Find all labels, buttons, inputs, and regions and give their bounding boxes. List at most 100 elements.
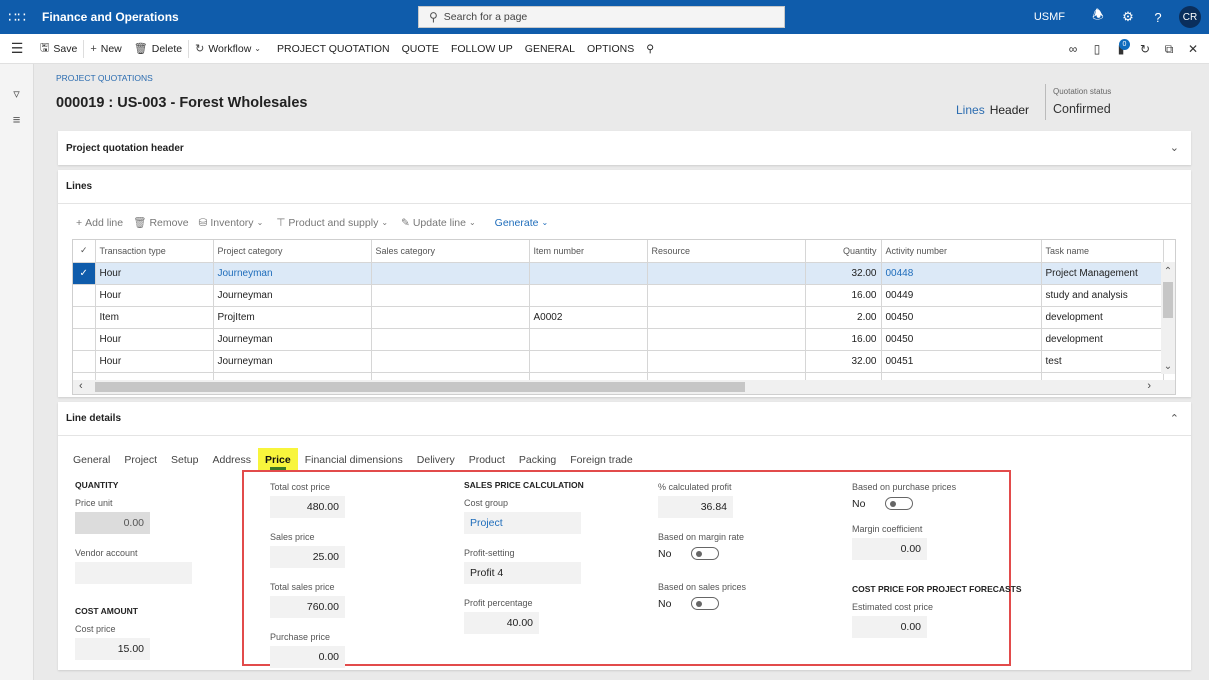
nav-menu-icon[interactable]: ☰	[0, 40, 34, 57]
row-checkbox[interactable]	[73, 328, 96, 351]
link-icon[interactable]: ∞	[1061, 42, 1085, 56]
tab-delivery[interactable]: Delivery	[410, 448, 462, 472]
settings-gear-icon[interactable]: ⚙	[1113, 9, 1143, 25]
cell-task-name[interactable]: development	[1041, 328, 1164, 351]
scroll-down-icon[interactable]: ⌄	[1161, 361, 1175, 372]
close-icon[interactable]: ✕	[1181, 42, 1205, 56]
horizontal-scrollbar[interactable]: ‹ ›	[73, 380, 1175, 394]
column-header[interactable]: Resource	[647, 240, 806, 263]
select-all-checkbox[interactable]: ✓	[73, 240, 96, 263]
column-header[interactable]: Project category	[213, 240, 372, 263]
menu-general[interactable]: GENERAL	[519, 34, 581, 64]
cell-activity-number[interactable]: 00448	[881, 262, 1042, 285]
breadcrumb[interactable]: PROJECT QUOTATIONS	[56, 73, 153, 83]
cell-activity-number[interactable]: 00450	[881, 306, 1042, 329]
add-line-button[interactable]: + Add line	[76, 217, 123, 229]
action-search-icon[interactable]: ⚲	[640, 34, 660, 64]
generate-button[interactable]: Generate ⌄	[495, 217, 551, 229]
table-row[interactable]: ✓ Hour Journeyman 32.00 00448 Project Managem…	[73, 262, 1164, 285]
office-icon[interactable]: ▯	[1085, 42, 1109, 56]
update-line-button[interactable]: ✎ Update line ⌄	[401, 217, 479, 229]
help-icon[interactable]: ?	[1143, 10, 1173, 25]
scroll-right-icon[interactable]: ›	[1147, 380, 1151, 392]
app-launcher-icon[interactable]: ∷∷	[0, 9, 34, 26]
cell-project-category[interactable]: Journeyman	[213, 284, 372, 307]
cell-sales-category[interactable]	[371, 306, 530, 329]
scroll-thumb[interactable]	[95, 382, 745, 392]
refresh-icon[interactable]: ↻	[1133, 42, 1157, 56]
column-header[interactable]: Sales category	[371, 240, 530, 263]
cell-quantity[interactable]: 32.00	[805, 350, 882, 373]
tab-project[interactable]: Project	[117, 448, 164, 472]
tab-foreign-trade[interactable]: Foreign trade	[563, 448, 639, 472]
chevron-down-icon[interactable]: ⌄	[1170, 141, 1179, 154]
column-header[interactable]: Transaction type	[95, 240, 214, 263]
purchase-price-field[interactable]: 0.00	[270, 646, 345, 668]
tab-general[interactable]: General	[66, 448, 117, 472]
new-button[interactable]: + New	[84, 34, 127, 64]
workflow-button[interactable]: ↻ Workflow ⌄	[189, 34, 271, 64]
cell-resource[interactable]	[647, 328, 806, 351]
cell-activity-number[interactable]: 00449	[881, 284, 1042, 307]
inventory-button[interactable]: ⛁ Inventory ⌄	[199, 217, 267, 229]
cell-quantity[interactable]: 2.00	[805, 306, 882, 329]
cell-sales-category[interactable]	[371, 284, 530, 307]
cell-transaction-type[interactable]: Hour	[95, 284, 214, 307]
profit-percentage-field[interactable]: 40.00	[464, 612, 539, 634]
cell-resource[interactable]	[647, 262, 806, 285]
cell-quantity[interactable]: 32.00	[805, 262, 882, 285]
remove-button[interactable]: 🗑 Remove	[133, 216, 188, 230]
tab-product[interactable]: Product	[462, 448, 512, 472]
cell-quantity[interactable]: 16.00	[805, 328, 882, 351]
tab-packing[interactable]: Packing	[512, 448, 563, 472]
cell-resource[interactable]	[647, 306, 806, 329]
cell-sales-category[interactable]	[371, 262, 530, 285]
product-supply-button[interactable]: ⊤ Product and supply ⌄	[276, 217, 391, 229]
cell-item-number[interactable]: A0002	[529, 306, 648, 329]
menu-quote[interactable]: QUOTE	[396, 34, 445, 64]
cell-item-number[interactable]	[529, 328, 648, 351]
open-new-window-icon[interactable]: ⧉	[1157, 42, 1181, 57]
cell-activity-number[interactable]: 00451	[881, 350, 1042, 373]
cell-transaction-type[interactable]: Item	[95, 306, 214, 329]
menu-project-quotation[interactable]: PROJECT QUOTATION	[271, 34, 396, 64]
cell-project-category[interactable]: Journeyman	[213, 262, 372, 285]
scroll-up-icon[interactable]: ⌃	[1161, 266, 1175, 277]
cell-sales-category[interactable]	[371, 328, 530, 351]
cell-project-category[interactable]: Journeyman	[213, 350, 372, 373]
table-row[interactable]: Hour Journeyman 16.00 00450 development	[73, 328, 1164, 351]
row-checkbox[interactable]: ✓	[73, 262, 96, 285]
cost-price-field[interactable]: 15.00	[75, 638, 150, 660]
cell-transaction-type[interactable]: Hour	[95, 262, 214, 285]
cost-group-field[interactable]: Project	[464, 512, 581, 534]
save-button[interactable]: 🖫 Save	[34, 34, 83, 64]
vendor-account-field[interactable]	[75, 562, 192, 584]
cell-sales-category[interactable]	[371, 350, 530, 373]
attachments-icon[interactable]: ▮0	[1109, 39, 1133, 56]
tab-price[interactable]: Price	[258, 448, 298, 472]
profit-setting-select[interactable]: Profit 4	[464, 562, 581, 584]
chevron-up-icon[interactable]: ⌃	[1170, 412, 1179, 425]
sales-price-field[interactable]: 25.00	[270, 546, 345, 568]
purchase-prices-toggle[interactable]	[885, 497, 914, 510]
menu-options[interactable]: OPTIONS	[581, 34, 640, 64]
cell-item-number[interactable]	[529, 262, 648, 285]
column-header[interactable]: Quantity	[805, 240, 882, 263]
row-checkbox[interactable]	[73, 284, 96, 307]
table-row[interactable]: Item ProjItem A0002 2.00 00450 development	[73, 306, 1164, 329]
tab-financial-dimensions[interactable]: Financial dimensions	[298, 448, 410, 472]
cell-quantity[interactable]: 16.00	[805, 284, 882, 307]
scroll-left-icon[interactable]: ‹	[79, 380, 83, 392]
menu-follow-up[interactable]: FOLLOW UP	[445, 34, 519, 64]
user-avatar[interactable]: CR	[1179, 6, 1201, 28]
cell-task-name[interactable]: Project Management	[1041, 262, 1164, 285]
table-row[interactable]: Hour Journeyman 32.00 00451 test	[73, 350, 1164, 373]
column-header[interactable]: Item number	[529, 240, 648, 263]
cell-item-number[interactable]	[529, 350, 648, 373]
cell-transaction-type[interactable]: Hour	[95, 350, 214, 373]
filter-icon[interactable]: ▿	[0, 86, 33, 102]
cell-task-name[interactable]: development	[1041, 306, 1164, 329]
margin-rate-toggle[interactable]	[691, 547, 720, 560]
vertical-scrollbar[interactable]: ⌃ ⌄	[1161, 262, 1175, 374]
column-header[interactable]: Activity number	[881, 240, 1042, 263]
